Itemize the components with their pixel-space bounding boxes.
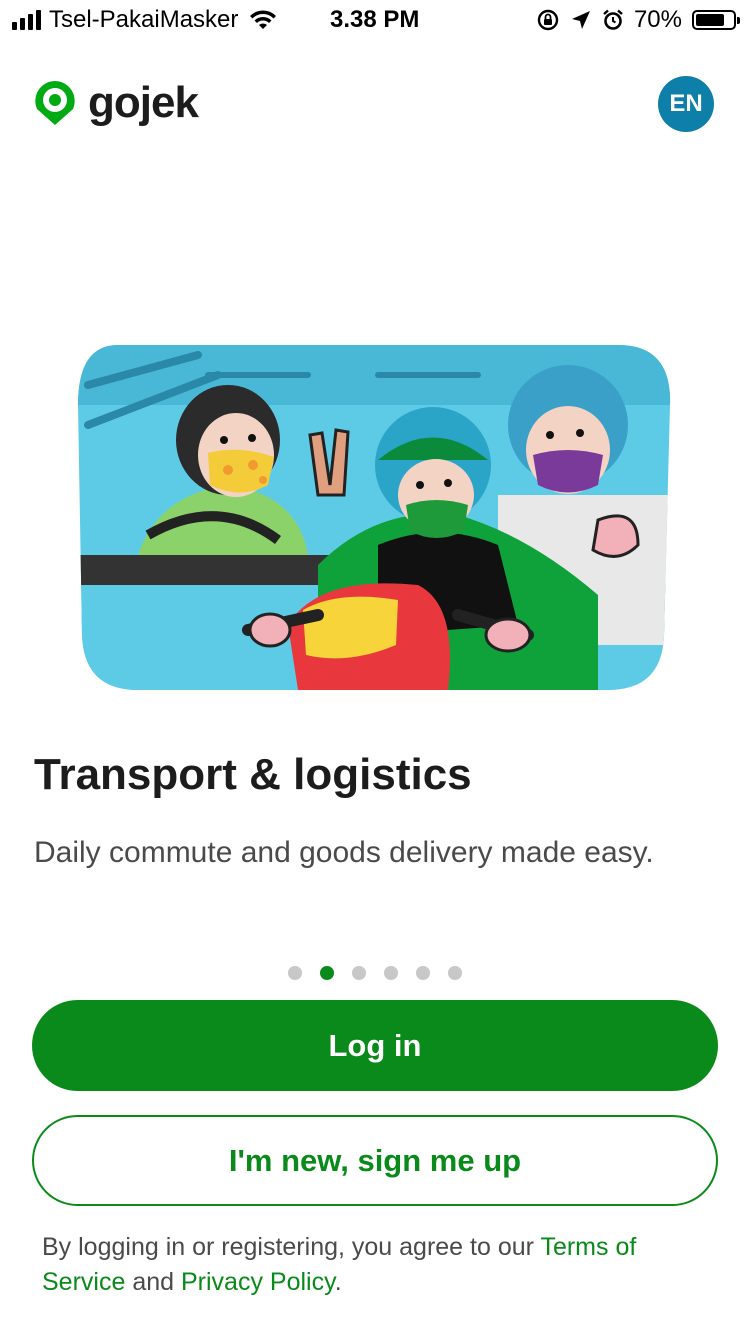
privacy-policy-link[interactable]: Privacy Policy	[181, 1268, 335, 1296]
page-dot[interactable]	[384, 966, 398, 980]
status-bar: Tsel-PakaiMasker 3.38 PM 70%	[0, 0, 750, 40]
onboarding-title: Transport & logistics	[34, 750, 472, 799]
status-bar-right: 70%	[536, 6, 740, 34]
onboarding-subtitle: Daily commute and goods delivery made ea…	[34, 836, 654, 869]
wifi-icon	[250, 10, 277, 29]
page-dot-active[interactable]	[320, 966, 334, 980]
status-bar-left: Tsel-PakaiMasker	[12, 6, 278, 34]
location-arrow-icon	[571, 11, 590, 29]
signup-button[interactable]: I'm new, sign me up	[32, 1115, 718, 1206]
login-button[interactable]: Log in	[32, 1000, 718, 1091]
legal-middle: and	[125, 1268, 181, 1296]
legal-suffix: .	[334, 1268, 342, 1296]
page-dot[interactable]	[352, 966, 366, 980]
legal-notice: By logging in or registering, you agree …	[42, 1230, 702, 1300]
gojek-logo: gojek	[32, 78, 199, 128]
battery-icon	[692, 10, 740, 30]
battery-percentage: 70%	[633, 6, 682, 33]
page-dot[interactable]	[288, 966, 302, 980]
page-dot[interactable]	[416, 966, 430, 980]
status-time: 3.38 PM	[330, 6, 420, 33]
legal-prefix: By logging in or registering, you agree …	[42, 1233, 541, 1261]
brand-name: gojek	[88, 78, 199, 127]
carrier-name: Tsel-PakaiMasker	[49, 6, 239, 33]
transport-illustration	[78, 345, 671, 690]
gojek-logo-icon	[35, 81, 75, 125]
alarm-icon	[603, 9, 623, 30]
page-dot[interactable]	[448, 966, 462, 980]
language-button[interactable]: EN	[658, 76, 714, 132]
orientation-lock-icon	[537, 9, 559, 31]
signal-bars-icon	[12, 10, 41, 30]
